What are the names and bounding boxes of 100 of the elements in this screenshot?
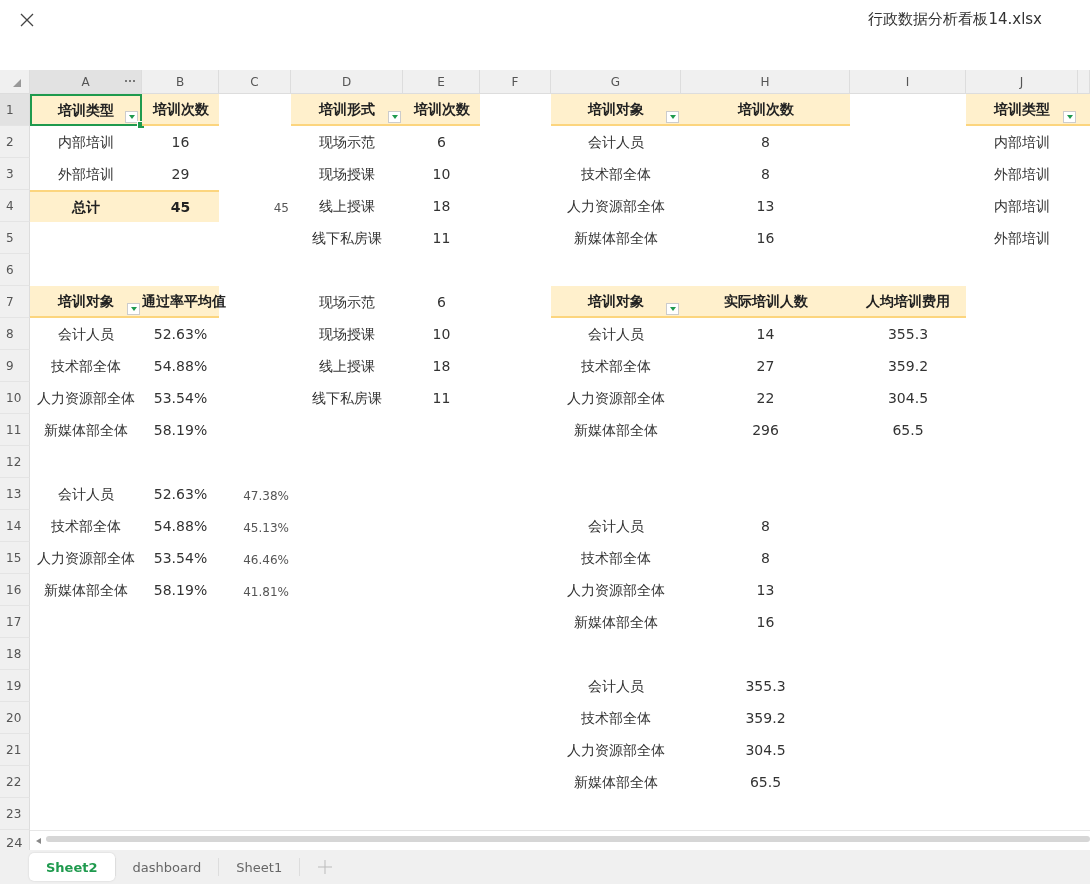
select-all-icon[interactable] xyxy=(13,79,21,87)
row-number[interactable]: 4 xyxy=(0,190,30,222)
cell-text: 会计人员 xyxy=(58,485,114,503)
cell-text: 47.38% xyxy=(243,488,289,505)
cell-text: 8 xyxy=(761,133,770,151)
cell-text: 8 xyxy=(761,549,770,567)
close-icon[interactable] xyxy=(20,13,34,27)
cell-text: 新媒体部全体 xyxy=(574,613,658,631)
column-header[interactable]: H xyxy=(681,70,850,94)
cell-text: 会计人员 xyxy=(58,325,114,343)
row-number[interactable]: 5 xyxy=(0,222,30,254)
horizontal-scrollbar[interactable] xyxy=(46,835,1090,842)
select-all-corner[interactable] xyxy=(0,70,30,94)
row-number[interactable]: 10 xyxy=(0,382,30,414)
cell-text: 线上授课 xyxy=(319,357,375,375)
cell-text: 53.54% xyxy=(153,389,208,407)
cell-text: 线下私房课 xyxy=(312,389,382,407)
row-number[interactable]: 7 xyxy=(0,286,30,318)
row-number[interactable]: 12 xyxy=(0,446,30,478)
row-number[interactable]: 18 xyxy=(0,638,30,670)
column-header[interactable]: E xyxy=(403,70,480,94)
cell-text: 培训类型 xyxy=(994,100,1050,118)
window-title: 行政数据分析看板14.xlsx xyxy=(868,10,1042,29)
row-number[interactable]: 13 xyxy=(0,478,30,510)
cell-text: 11 xyxy=(432,389,451,407)
cell-text: 6 xyxy=(437,293,446,311)
cell-text: 54.88% xyxy=(153,357,208,375)
cell-text: 54.88% xyxy=(153,517,208,535)
column-header[interactable]: C xyxy=(219,70,291,94)
cell-text: 人力资源部全体 xyxy=(567,581,665,599)
cell-text: 10 xyxy=(432,325,451,343)
filter-dropdown-button[interactable] xyxy=(127,303,140,315)
cell-text: 外部培训 xyxy=(994,165,1050,183)
sheet-tab[interactable]: Sheet1 xyxy=(219,853,300,881)
cell-text: 技术部全体 xyxy=(581,549,651,567)
row-number[interactable]: 19 xyxy=(0,670,30,702)
cell-text: 现场授课 xyxy=(319,165,375,183)
row-number: 24 xyxy=(0,830,30,850)
filter-dropdown-button[interactable] xyxy=(1063,111,1076,123)
row-number[interactable]: 16 xyxy=(0,574,30,606)
row-number[interactable]: 11 xyxy=(0,414,30,446)
sheet-tab[interactable]: Sheet2 xyxy=(29,853,115,881)
cell-text: 52.63% xyxy=(153,485,208,503)
cell-text: 现场示范 xyxy=(319,133,375,151)
cell-text: 培训次数 xyxy=(413,100,470,118)
row-number[interactable]: 3 xyxy=(0,158,30,190)
cell-text: 现场示范 xyxy=(319,293,375,311)
row-number[interactable]: 17 xyxy=(0,606,30,638)
cell-text: 外部培训 xyxy=(58,165,114,183)
cell-text: 65.5 xyxy=(892,421,924,439)
column-header[interactable]: D xyxy=(291,70,403,94)
row-number[interactable]: 23 xyxy=(0,798,30,830)
row-number[interactable]: 20 xyxy=(0,702,30,734)
cell-text: 10 xyxy=(432,165,451,183)
cell-text: 22 xyxy=(756,389,775,407)
column-header[interactable]: B xyxy=(142,70,219,94)
cell-text: 外部培训 xyxy=(994,229,1050,247)
cell-text: 新媒体部全体 xyxy=(44,421,128,439)
cell-text: 18 xyxy=(432,357,451,375)
row-number[interactable]: 8 xyxy=(0,318,30,350)
column-header[interactable]: J xyxy=(966,70,1078,94)
cell-text: 现场授课 xyxy=(319,325,375,343)
filter-dropdown-button[interactable] xyxy=(125,111,138,123)
cell-text: 6 xyxy=(437,133,446,151)
cell-text: 会计人员 xyxy=(588,325,644,343)
row-number[interactable]: 1 xyxy=(0,94,30,126)
cell-text: 人力资源部全体 xyxy=(567,389,665,407)
scroll-left-icon[interactable] xyxy=(36,837,41,844)
row-number[interactable]: 9 xyxy=(0,350,30,382)
cell-text: 29 xyxy=(171,165,190,183)
column-header[interactable]: F xyxy=(480,70,551,94)
cell-text: 355.3 xyxy=(745,677,786,695)
column-header[interactable]: G xyxy=(551,70,681,94)
cell-text: 45 xyxy=(273,200,289,217)
filter-dropdown-button[interactable] xyxy=(666,111,679,123)
cell-text: 培训对象 xyxy=(588,100,644,118)
row-number[interactable]: 14 xyxy=(0,510,30,542)
cell-text: 培训形式 xyxy=(319,100,375,118)
cell-text: 53.54% xyxy=(153,549,208,567)
filter-dropdown-button[interactable] xyxy=(666,303,679,315)
cell-text: 培训类型 xyxy=(58,101,114,119)
row-number[interactable]: 15 xyxy=(0,542,30,574)
cell-text: 45.13% xyxy=(243,520,289,537)
column-header[interactable]: A xyxy=(30,70,142,94)
cell-text: 内部培训 xyxy=(994,133,1050,151)
row-number[interactable]: 21 xyxy=(0,734,30,766)
row-number[interactable]: 2 xyxy=(0,126,30,158)
cell-text: 线上授课 xyxy=(319,197,375,215)
cell-text: 359.2 xyxy=(745,709,786,727)
cell-text: 培训对象 xyxy=(58,292,114,310)
cell-text: 会计人员 xyxy=(588,133,644,151)
cell-text: 技术部全体 xyxy=(51,357,121,375)
cell-text: 46.46% xyxy=(243,552,289,569)
row-number[interactable]: 22 xyxy=(0,766,30,798)
cell-text: 新媒体部全体 xyxy=(574,421,658,439)
filter-dropdown-button[interactable] xyxy=(388,111,401,123)
column-header[interactable]: I xyxy=(850,70,966,94)
cell-text: 人力资源部全体 xyxy=(37,549,135,567)
row-number[interactable]: 6 xyxy=(0,254,30,286)
sheet-tab[interactable]: dashboard xyxy=(115,853,219,881)
